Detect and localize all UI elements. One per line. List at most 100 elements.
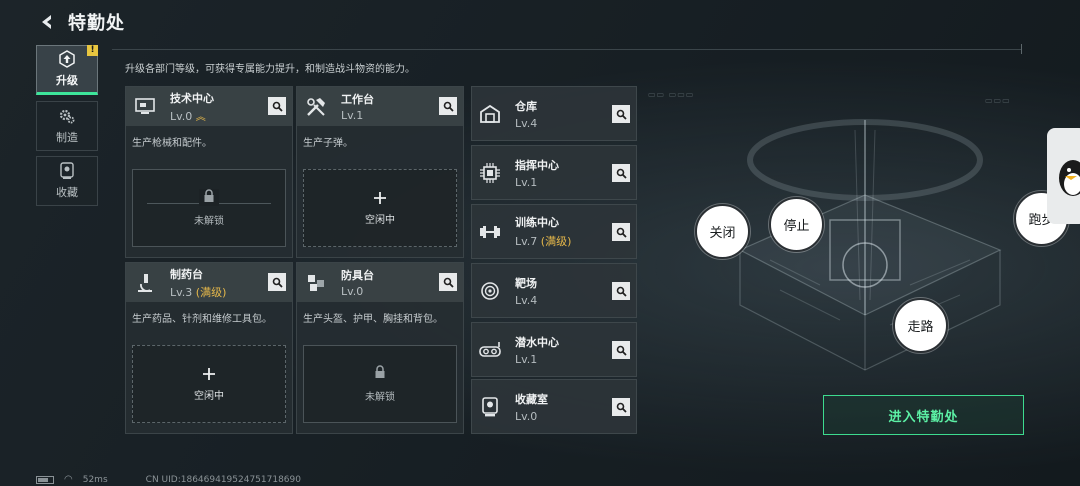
slot-status: 未解锁 (194, 216, 224, 227)
tab-badge: ! (87, 45, 98, 56)
dept-item-warehouse[interactable]: 仓库 Lv.4 (471, 86, 637, 141)
plus-icon (374, 191, 386, 204)
magnifier-icon (616, 168, 627, 179)
card-header: 防具台 Lv.0 (297, 263, 463, 302)
monitor-icon (132, 94, 158, 120)
dept-item-shooting-range[interactable]: 靶场 Lv.4 (471, 263, 637, 318)
dept-level: Lv.1 (515, 175, 538, 189)
tab-collection[interactable]: 收藏 (36, 156, 98, 206)
chip-icon (478, 161, 502, 185)
side-app-icon[interactable] (1047, 128, 1080, 224)
magnifier-icon (443, 101, 454, 112)
dept-card-pharmacy[interactable]: 制药台 Lv.3 (满级) 生产药品、针剂和维修工具包。 空闲中 (125, 262, 293, 434)
dept-name: 训练中心 (515, 216, 559, 229)
dept-level: Lv.7 (515, 235, 538, 248)
search-button[interactable] (612, 398, 630, 416)
dept-name: 靶场 (515, 276, 537, 290)
lock-icon (370, 365, 390, 382)
ping-value: 52ms (82, 474, 108, 485)
dept-name: 仓库 (515, 99, 537, 113)
idle-slot[interactable]: 空闲中 (303, 169, 457, 247)
lock-icon (199, 189, 219, 206)
card-header: 技术中心 Lv.0 ︽ (126, 87, 292, 126)
dept-card-tech-center[interactable]: 技术中心 Lv.0 ︽ 生产枪械和配件。 未解锁 (125, 86, 293, 258)
card-description: 生产子弹。 (303, 138, 353, 149)
dept-item-command-center[interactable]: 指挥中心 Lv.1 (471, 145, 637, 200)
page-title: 特勤处 (68, 13, 125, 34)
card-name: 防具台 (341, 269, 374, 282)
card-name: 制药台 (170, 267, 203, 281)
page-description: 升级各部门等级，可获得专属能力提升，和制造战斗物资的能力。 (125, 64, 415, 75)
warehouse-icon (478, 102, 502, 126)
walk-button[interactable]: 走路 (893, 298, 948, 353)
enter-special-ops-button[interactable]: 进入特勤处 (823, 395, 1024, 435)
card-description: 生产枪械和配件。 (132, 138, 212, 149)
penguin-icon (1059, 160, 1080, 196)
locked-slot: 未解锁 (132, 169, 286, 247)
collection-icon (60, 162, 74, 179)
dept-name: 收藏室 (515, 392, 548, 406)
dept-item-collection-room[interactable]: 收藏室 Lv.0 (471, 379, 637, 434)
card-description: 生产头盔、护甲、胸挂和背包。 (303, 314, 443, 325)
back-arrow-icon (42, 15, 51, 29)
magnifier-icon (272, 101, 283, 112)
dept-card-armor-bench[interactable]: 防具台 Lv.0 生产头盔、护甲、胸挂和背包。 未解锁 (296, 262, 464, 434)
tab-upgrade[interactable]: ! 升级 (36, 45, 98, 95)
close-button[interactable]: 关闭 (695, 204, 750, 259)
search-button[interactable] (612, 164, 630, 182)
card-level: Lv.0 (170, 110, 193, 123)
card-name: 工作台 (341, 93, 374, 106)
search-button[interactable] (612, 223, 630, 241)
dept-level: Lv.4 (515, 293, 538, 307)
card-header: 工作台 Lv.1 (297, 87, 463, 126)
battery-icon (36, 475, 54, 484)
dept-level: Lv.0 (515, 409, 538, 423)
slot-status: 空闲中 (194, 390, 224, 402)
idle-slot[interactable]: 空闲中 (132, 345, 286, 423)
card-description: 生产药品、针剂和维修工具包。 (132, 314, 272, 325)
card-level-row: Lv.0 ︽ (170, 108, 214, 123)
upgrade-icon (59, 50, 75, 68)
dept-level: Lv.1 (515, 352, 538, 366)
diving-mask-icon (478, 338, 502, 362)
search-button[interactable] (439, 273, 457, 291)
magnifier-icon (616, 286, 627, 297)
tab-label: 收藏 (56, 186, 78, 199)
magnifier-icon (443, 277, 454, 288)
gears-icon (59, 109, 75, 124)
armor-icon (303, 270, 329, 296)
card-name: 技术中心 (170, 92, 214, 105)
dept-name: 指挥中心 (515, 158, 559, 172)
microscope-icon (132, 270, 158, 296)
tab-craft[interactable]: 制造 (36, 101, 98, 151)
card-header: 制药台 Lv.3 (满级) (126, 263, 292, 302)
magnifier-icon (616, 345, 627, 356)
slot-status: 空闲中 (365, 214, 395, 226)
search-button[interactable] (268, 273, 286, 291)
tools-icon (303, 94, 329, 120)
magnifier-icon (616, 109, 627, 120)
dept-name: 潜水中心 (515, 335, 559, 349)
card-level: Lv.0 (341, 285, 364, 298)
dumbbell-icon (478, 220, 502, 244)
card-level: Lv.1 (341, 109, 364, 122)
tab-label: 制造 (56, 131, 78, 144)
max-level-tag: (满级) (540, 235, 572, 248)
max-level-tag: (满级) (195, 285, 227, 299)
card-level: Lv.3 (170, 285, 193, 299)
uid-text: CN UID:18646941952475171869​0 (145, 474, 301, 485)
divider-end (1016, 44, 1022, 54)
search-button[interactable] (612, 105, 630, 123)
plus-icon (203, 367, 215, 380)
stop-button[interactable]: 停止 (769, 197, 824, 252)
dept-item-training-center[interactable]: 训练中心 Lv.7 (满级) (471, 204, 637, 259)
base-hologram-illustration (738, 119, 1002, 371)
dept-level-row: Lv.7 (满级) (515, 233, 571, 249)
search-button[interactable] (439, 97, 457, 115)
search-button[interactable] (612, 341, 630, 359)
back-button[interactable] (36, 11, 58, 33)
dept-item-diving-center[interactable]: 潜水中心 Lv.1 (471, 322, 637, 377)
search-button[interactable] (612, 282, 630, 300)
dept-card-workbench[interactable]: 工作台 Lv.1 生产子弹。 空闲中 (296, 86, 464, 258)
search-button[interactable] (268, 97, 286, 115)
